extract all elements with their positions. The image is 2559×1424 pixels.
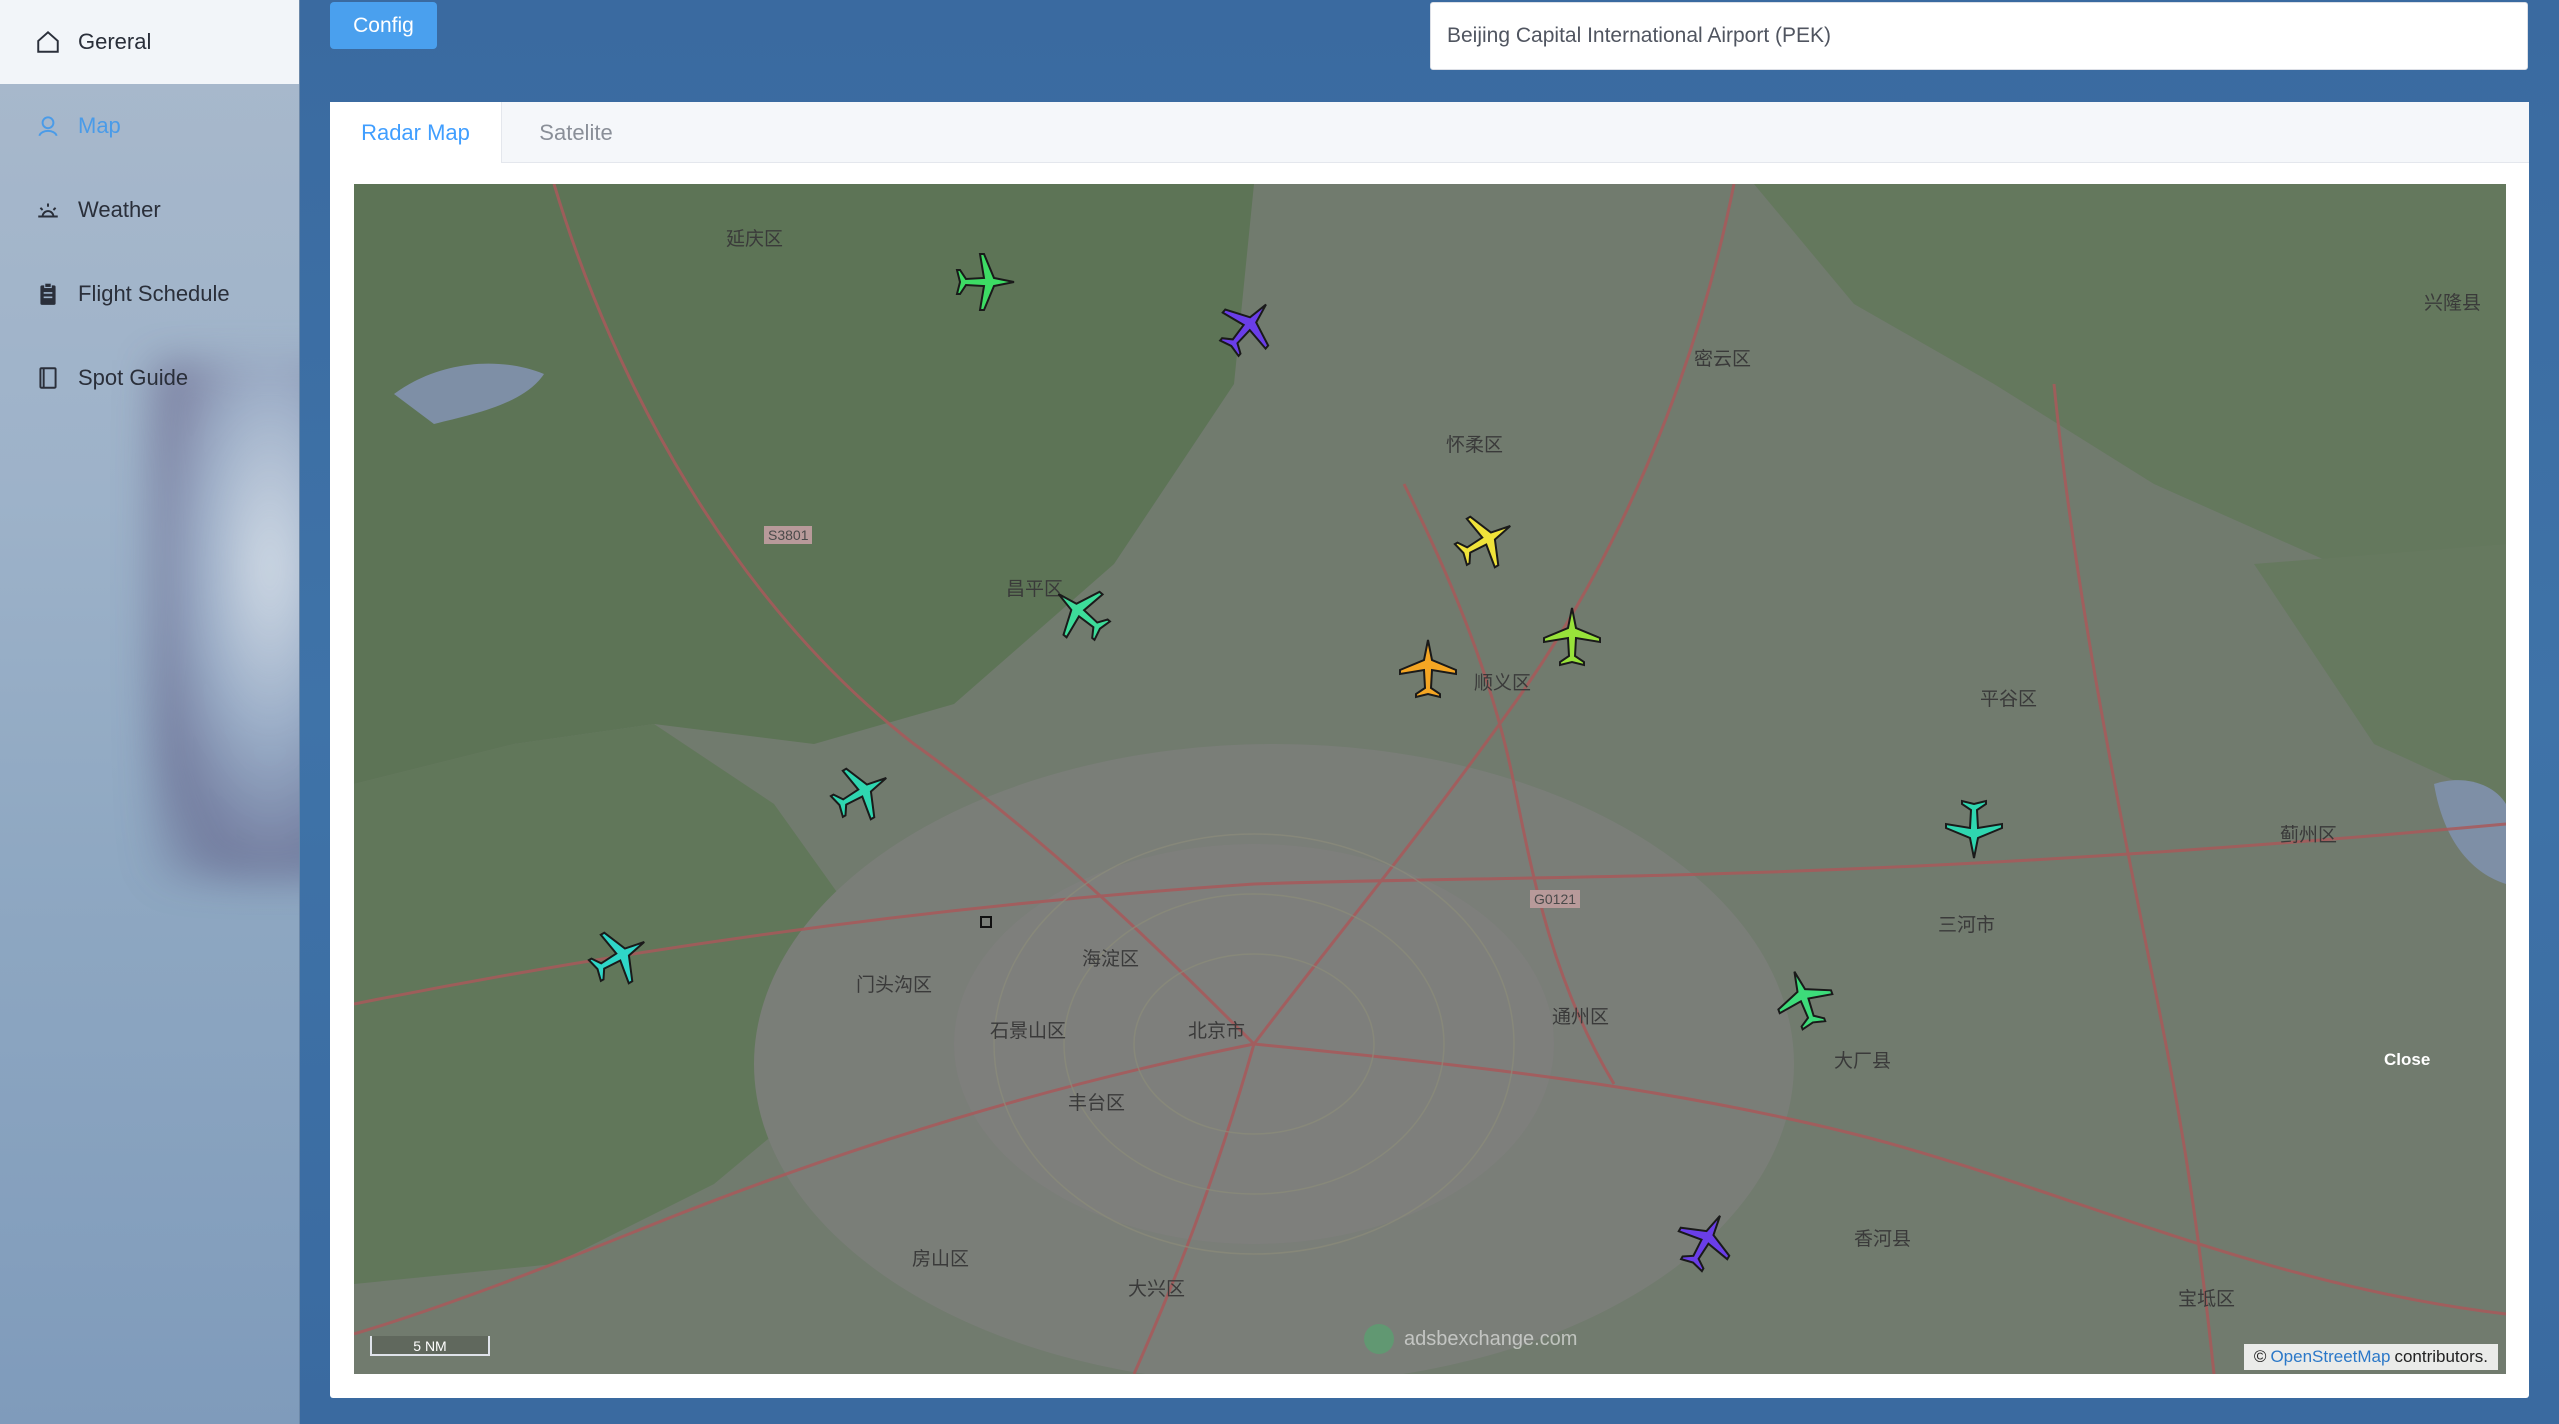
map-label-shijingshan: 石景山区 bbox=[990, 1021, 1067, 1042]
map-label-miyun: 密云区 bbox=[1694, 349, 1752, 370]
airplane-icon bbox=[1945, 799, 2003, 859]
tab-radar-map[interactable]: Radar Map bbox=[330, 102, 502, 163]
sidebar-item-map[interactable]: Map bbox=[0, 84, 299, 168]
map-label-pinggu: 平谷区 bbox=[1980, 689, 2038, 710]
airplane-icon bbox=[955, 253, 1015, 311]
map-label-dachang: 大厂县 bbox=[1834, 1051, 1892, 1072]
adsbexchange-watermark: adsbexchange.com bbox=[1364, 1324, 1577, 1354]
sunrise-icon bbox=[34, 196, 62, 224]
home-icon bbox=[34, 28, 62, 56]
map-panel: Radar Map Satelite 延庆区 昌平区 怀柔区 密云区 顺义区 平… bbox=[330, 102, 2529, 1398]
sidebar-item-weather[interactable]: Weather bbox=[0, 168, 299, 252]
attribution-prefix: © bbox=[2253, 1347, 2267, 1366]
adsbexchange-logo-icon bbox=[1364, 1324, 1394, 1354]
map-label-fengtai: 丰台区 bbox=[1068, 1093, 1126, 1114]
sidebar-item-label: Flight Schedule bbox=[78, 281, 230, 306]
sidebar-item-general[interactable]: Gereral bbox=[0, 0, 299, 84]
sidebar: Gereral Map Weather Flight Schedule Spot… bbox=[0, 0, 300, 1424]
aircraft-marker[interactable] bbox=[1942, 798, 2006, 862]
sidebar-item-flight-schedule[interactable]: Flight Schedule bbox=[0, 252, 299, 336]
airport-select-value: Beijing Capital International Airport (P… bbox=[1447, 24, 1832, 47]
map-pin-icon bbox=[34, 112, 62, 140]
map-base-layer bbox=[354, 184, 2506, 1374]
airport-select[interactable]: Beijing Capital International Airport (P… bbox=[1430, 2, 2528, 70]
clipboard-icon bbox=[34, 280, 62, 308]
map-label-fangshan: 房山区 bbox=[912, 1249, 970, 1270]
map-label-xianghe: 香河县 bbox=[1854, 1229, 1912, 1250]
background-aircraft-image bbox=[150, 360, 299, 880]
map-label-jizhou: 蓟州区 bbox=[2280, 825, 2338, 846]
road-shield-s3801: S3801 bbox=[764, 526, 813, 544]
aircraft-marker[interactable] bbox=[954, 250, 1018, 314]
map-label-daxing: 大兴区 bbox=[1128, 1279, 1186, 1300]
road-shield-g0121: G0121 bbox=[1530, 890, 1581, 908]
selection-marker[interactable] bbox=[980, 916, 992, 928]
sidebar-item-label: Weather bbox=[78, 197, 161, 222]
watermark-text: adsbexchange.com bbox=[1404, 1327, 1578, 1350]
sidebar-item-label: Map bbox=[78, 113, 121, 138]
config-button[interactable]: Config bbox=[330, 2, 437, 49]
airplane-icon bbox=[1399, 639, 1457, 699]
map-label-huairou: 怀柔区 bbox=[1446, 435, 1504, 456]
tab-satelite[interactable]: Satelite bbox=[502, 102, 650, 163]
openstreetmap-link[interactable]: OpenStreetMap bbox=[2270, 1347, 2390, 1367]
attribution-suffix: contributors. bbox=[2394, 1347, 2488, 1366]
map-label-tongzhou: 通州区 bbox=[1552, 1007, 1610, 1028]
airplane-icon bbox=[1543, 607, 1601, 667]
map-label-beijing: 北京市 bbox=[1188, 1021, 1246, 1042]
map-label-baodi: 宝坻区 bbox=[2178, 1289, 2236, 1310]
close-button[interactable]: Close bbox=[2384, 1050, 2430, 1070]
map-label-shunyi: 顺义区 bbox=[1474, 673, 1532, 694]
sidebar-item-label: Gereral bbox=[78, 29, 152, 54]
map-label-yanqing: 延庆区 bbox=[726, 229, 784, 250]
sidebar-item-spot-guide[interactable]: Spot Guide bbox=[0, 336, 299, 420]
map-tabs: Radar Map Satelite bbox=[330, 102, 2529, 163]
map-label-haidian: 海淀区 bbox=[1082, 949, 1140, 970]
sidebar-item-label: Spot Guide bbox=[78, 365, 189, 390]
radar-map[interactable]: 延庆区 昌平区 怀柔区 密云区 顺义区 平谷区 海淀区 门头沟区 石景山区 北京… bbox=[354, 184, 2506, 1374]
map-label-mentougou: 门头沟区 bbox=[856, 975, 933, 996]
aircraft-marker[interactable] bbox=[1540, 604, 1604, 668]
map-attribution: © OpenStreetMap contributors. bbox=[2243, 1344, 2498, 1370]
map-scale-bar: 5 NM bbox=[370, 1336, 490, 1356]
book-icon bbox=[34, 364, 62, 392]
map-label-xinglong: 兴隆县 bbox=[2424, 293, 2482, 314]
aircraft-marker[interactable] bbox=[1396, 636, 1460, 700]
map-label-sanhe: 三河市 bbox=[1938, 915, 1996, 936]
